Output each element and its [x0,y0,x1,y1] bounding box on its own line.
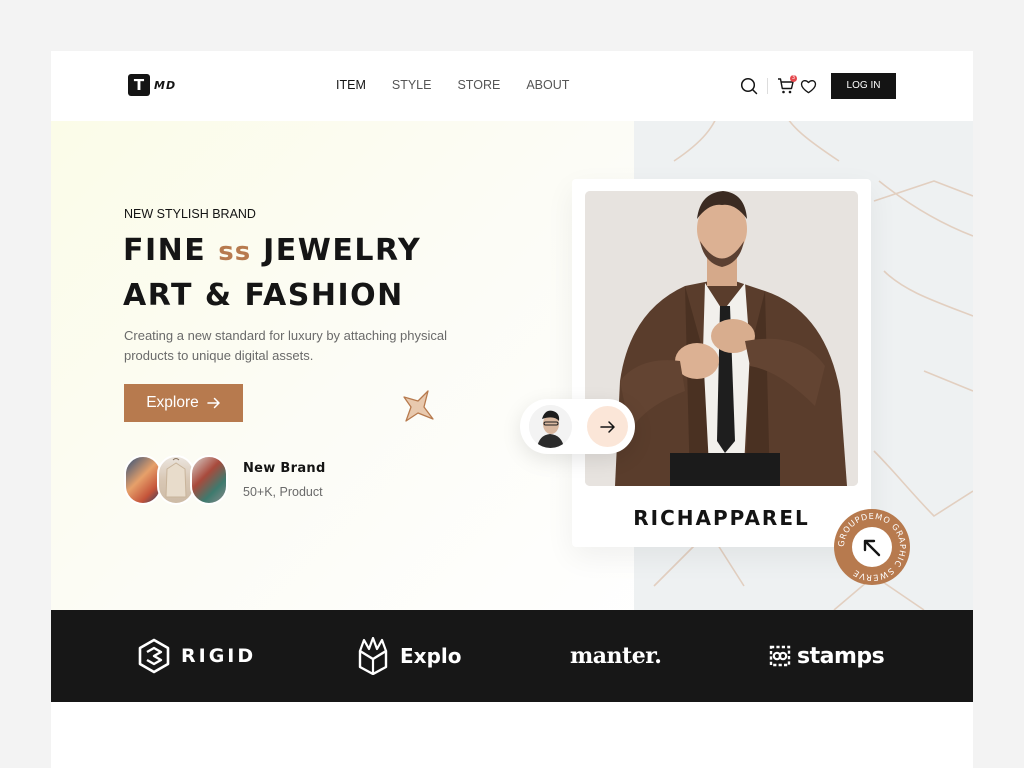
logo-text: MD [154,78,177,92]
featured-card[interactable]: RICHAPPAREL [572,179,871,547]
rotating-badge[interactable]: GROUPDEMO GRAPHIC SWERVE [833,508,911,586]
new-brand-subtitle: 50+K, Product [243,485,323,499]
explore-label: Explore [146,394,199,411]
nav-item-store[interactable]: STORE [457,78,500,92]
sparkle-icon [403,390,434,422]
heart-icon [800,79,816,93]
headline-line-1: FINE ss JEWELRY [123,229,421,274]
search-icon [740,77,758,95]
profile-pill [520,399,635,454]
top-header: T MD ITEM STYLE STORE ABOUT 3 LOG IN [51,51,973,121]
rigid-logo-icon [138,638,170,674]
cart-count-badge: 3 [790,75,797,82]
nav-item-item[interactable]: ITEM [336,78,366,92]
brand-logos-strip: RIGID Explo manter. stamps [51,610,973,702]
arrow-right-icon [207,397,220,409]
hero-section: NEW STYLISH BRAND FINE ss JEWELRY ART & … [51,121,973,610]
stamps-logo-icon [769,645,791,667]
headline-accent: ss [218,237,252,267]
header-divider [767,78,768,94]
new-brand-title: New Brand [243,461,326,476]
logo[interactable]: T MD [128,74,176,96]
explore-button[interactable]: Explore [124,384,243,422]
hero-eyebrow: NEW STYLISH BRAND [124,207,256,221]
brand-logo-stamps[interactable]: stamps [767,610,885,702]
brand-name: Explo [400,644,462,668]
hero-headline: FINE ss JEWELRY ART & FASHION [123,229,421,317]
explo-logo-icon [358,637,388,675]
brand-avatar-stack [124,455,232,505]
arrow-right-icon [599,420,615,433]
nav-item-about[interactable]: ABOUT [526,78,569,92]
header-icons: 3 [739,75,818,96]
brand-name: manter. [570,643,662,669]
avatar [529,405,572,448]
wishlist-button[interactable] [798,76,818,96]
headline-line-2: ART & FASHION [123,278,404,313]
page: T MD ITEM STYLE STORE ABOUT 3 LOG IN NEW… [51,51,973,768]
headline-word-fine: FINE [123,233,207,268]
brand-name: RIGID [181,645,257,667]
nav-item-style[interactable]: STYLE [392,78,432,92]
search-button[interactable] [739,76,759,96]
hero-description: Creating a new standard for luxury by at… [124,328,448,363]
next-section [51,702,973,768]
avatar [190,455,228,505]
brand-logo-manter[interactable]: manter. [570,610,662,702]
main-nav: ITEM STYLE STORE ABOUT [336,78,569,92]
brand-logo-explo[interactable]: Explo [356,610,461,702]
card-title: RICHAPPAREL [633,506,810,530]
headline-word-jewelry: JEWELRY [263,233,422,268]
brand-name: stamps [797,643,885,669]
brand-logo-rigid[interactable]: RIGID [137,610,256,702]
next-button[interactable] [587,406,628,447]
cart-button[interactable]: 3 [776,75,797,96]
logo-mark: T [128,74,150,96]
login-button[interactable]: LOG IN [831,73,896,99]
